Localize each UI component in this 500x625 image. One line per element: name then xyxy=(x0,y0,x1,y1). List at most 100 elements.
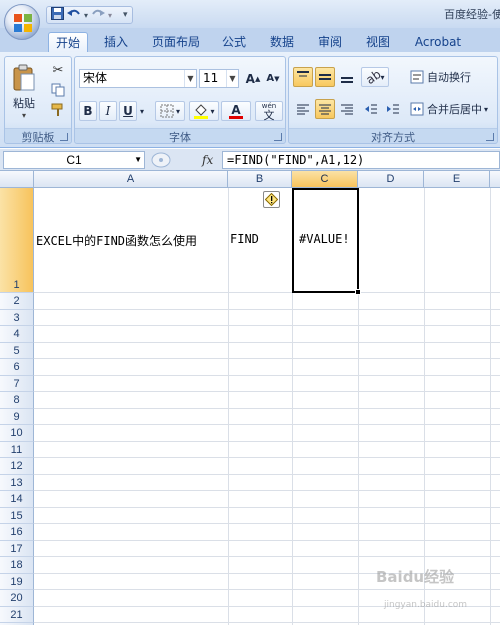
expand-namebox-icon[interactable] xyxy=(150,151,172,169)
row-header-10[interactable]: 10 xyxy=(0,425,34,442)
error-smart-tag[interactable] xyxy=(263,191,280,208)
cell-a1[interactable]: EXCEL中的FIND函数怎么使用 xyxy=(36,232,197,249)
font-color-swatch xyxy=(229,115,243,119)
borders-button[interactable]: ▾ xyxy=(155,101,185,121)
gridline xyxy=(34,506,500,508)
tab-insert[interactable]: 插入 xyxy=(96,32,136,52)
row-header-6[interactable]: 6 xyxy=(0,359,34,376)
wrap-text-icon xyxy=(410,70,424,84)
orientation-button[interactable]: ab ▾ xyxy=(361,67,389,87)
wrap-text-label: 自动换行 xyxy=(427,71,471,84)
align-top-button[interactable] xyxy=(293,67,313,87)
format-painter-button[interactable] xyxy=(49,101,67,119)
tab-review[interactable]: 审阅 xyxy=(312,32,348,52)
grow-font-button[interactable]: A ▲ xyxy=(243,69,263,88)
gridline xyxy=(34,325,500,326)
font-color-button[interactable]: A xyxy=(221,101,251,121)
row-header-15[interactable]: 15 xyxy=(0,507,34,524)
underline-button[interactable]: U xyxy=(119,101,137,121)
column-header-e[interactable]: E xyxy=(424,171,490,188)
column-header-d[interactable]: D xyxy=(358,171,424,188)
row-header-1[interactable]: 1 xyxy=(0,188,34,293)
row-header-14[interactable]: 14 xyxy=(0,491,34,508)
tab-page-layout[interactable]: 页面布局 xyxy=(146,32,206,52)
insert-function-icon[interactable]: fx xyxy=(202,153,213,167)
office-button[interactable] xyxy=(4,4,40,40)
tab-formulas[interactable]: 公式 xyxy=(216,32,252,52)
window-title: 百度经验-使 xyxy=(444,8,500,21)
merge-center-button[interactable]: 合并后居中 ▾ xyxy=(407,99,497,119)
row-header-7[interactable]: 7 xyxy=(0,375,34,392)
alignment-dialog-launcher[interactable] xyxy=(486,133,494,141)
save-icon[interactable] xyxy=(51,7,64,23)
copy-button[interactable] xyxy=(49,81,67,99)
cell-b1[interactable]: FIND xyxy=(230,232,259,246)
row-header-20[interactable]: 20 xyxy=(0,590,34,607)
row-header-4[interactable]: 4 xyxy=(0,326,34,343)
italic-icon: I xyxy=(105,104,111,118)
chevron-down-icon: ▼ xyxy=(226,70,238,87)
column-header-c[interactable]: C xyxy=(292,171,358,188)
row-header-3[interactable]: 3 xyxy=(0,309,34,326)
copy-icon xyxy=(51,83,65,97)
row-header-8[interactable]: 8 xyxy=(0,392,34,409)
quick-access-toolbar: ▾ ▾ ▾ xyxy=(46,6,133,24)
align-middle-button[interactable] xyxy=(315,67,335,87)
align-left-button[interactable] xyxy=(293,99,313,119)
shrink-font-icon: A xyxy=(266,73,275,84)
redo-dropdown-icon[interactable]: ▾ xyxy=(108,11,112,20)
bold-button[interactable]: B xyxy=(79,101,97,121)
gridline xyxy=(34,308,500,310)
gridline xyxy=(34,391,500,392)
paste-button[interactable]: 粘贴 ▾ xyxy=(9,61,39,123)
align-right-button[interactable] xyxy=(337,99,357,119)
wrap-text-button[interactable]: 自动换行 xyxy=(407,67,495,87)
clipboard-dialog-launcher[interactable] xyxy=(60,133,68,141)
undo-icon[interactable] xyxy=(67,8,81,23)
row-header-5[interactable]: 5 xyxy=(0,342,34,359)
decrease-indent-button[interactable] xyxy=(361,99,381,119)
phonetic-button[interactable]: wén 文 xyxy=(255,101,283,121)
align-bottom-button[interactable] xyxy=(337,67,357,87)
name-box-value: C1 xyxy=(66,153,82,167)
customize-qat-icon[interactable]: ▾ xyxy=(123,10,128,20)
row-header-18[interactable]: 18 xyxy=(0,557,34,574)
italic-button[interactable]: I xyxy=(99,101,117,121)
row-header-9[interactable]: 9 xyxy=(0,408,34,425)
redo-icon[interactable] xyxy=(91,8,106,23)
column-header-a[interactable]: A xyxy=(34,171,228,188)
tab-view[interactable]: 视图 xyxy=(360,32,396,52)
underline-dropdown[interactable]: ▾ xyxy=(137,101,147,121)
tab-home[interactable]: 开始 xyxy=(48,32,88,52)
row-header-13[interactable]: 13 xyxy=(0,474,34,491)
row-header-11[interactable]: 11 xyxy=(0,441,34,458)
fill-color-button[interactable]: ▾ xyxy=(189,101,219,121)
row-header-17[interactable]: 17 xyxy=(0,540,34,557)
font-dialog-launcher[interactable] xyxy=(274,133,282,141)
tab-data[interactable]: 数据 xyxy=(264,32,300,52)
fill-handle[interactable] xyxy=(355,289,361,295)
align-center-button[interactable] xyxy=(315,99,335,119)
select-all-corner[interactable] xyxy=(0,171,34,188)
row-header-21[interactable]: 21 xyxy=(0,606,34,623)
font-size-combo[interactable]: 11 ▼ xyxy=(199,69,239,88)
watermark-logo: Baidu经验 xyxy=(376,568,455,586)
row-header-12[interactable]: 12 xyxy=(0,458,34,475)
font-name-combo[interactable]: 宋体 ▼ xyxy=(79,69,197,88)
row-header-2[interactable]: 2 xyxy=(0,293,34,310)
tab-acrobat[interactable]: Acrobat xyxy=(410,32,466,52)
column-header-b[interactable]: B xyxy=(228,171,292,188)
grow-font-icon: A xyxy=(245,71,255,86)
cut-button[interactable]: ✂ xyxy=(49,61,67,79)
row-header-19[interactable]: 19 xyxy=(0,573,34,590)
column-header-f[interactable] xyxy=(490,171,500,188)
formula-input[interactable]: =FIND("FIND",A1,12) xyxy=(222,151,500,169)
name-box[interactable]: C1 ▼ xyxy=(3,151,145,169)
undo-dropdown-icon[interactable]: ▾ xyxy=(84,11,88,20)
chevron-down-icon: ▾ xyxy=(139,106,144,116)
worksheet-grid[interactable]: A B C D E 1 2 3 4 5 6 7 8 9 10 11 12 13 14 15 16 17 18 19… xyxy=(0,171,500,625)
format-painter-icon xyxy=(51,103,63,116)
shrink-font-button[interactable]: A ▼ xyxy=(263,69,283,88)
row-header-16[interactable]: 16 xyxy=(0,524,34,541)
increase-indent-button[interactable] xyxy=(383,99,403,119)
